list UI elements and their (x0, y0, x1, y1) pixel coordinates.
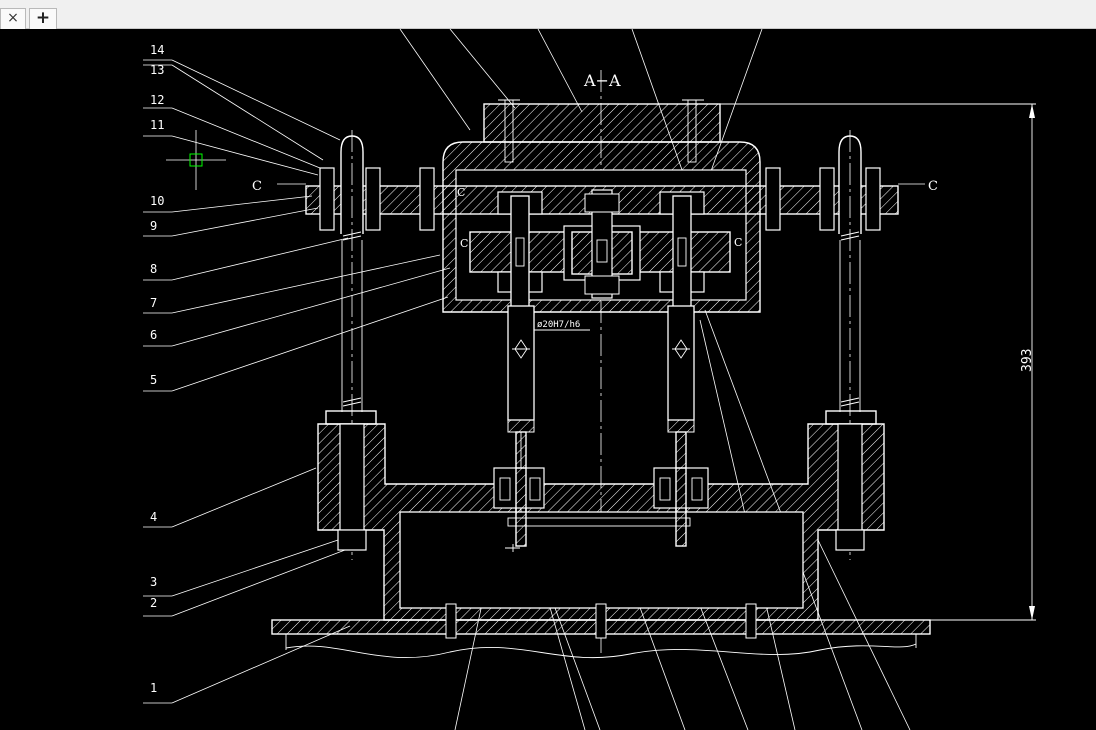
c-mark: C (460, 237, 468, 250)
new-tab-button[interactable]: + (29, 8, 57, 29)
crosshair-cursor-icon (166, 130, 226, 190)
dimension-text: 393 (1020, 349, 1035, 372)
part-label: 12 (150, 93, 164, 107)
close-tab-button[interactable]: × (0, 8, 26, 29)
part-label: 10 (150, 194, 164, 208)
part-label: 9 (150, 219, 157, 233)
part-label: 4 (150, 510, 157, 524)
part-label: 2 (150, 596, 157, 610)
c-mark: C (457, 186, 465, 199)
part-label: 6 (150, 328, 157, 342)
close-icon: × (7, 10, 19, 26)
part-label: 5 (150, 373, 157, 387)
c-mark: C (734, 236, 742, 249)
part-label: 1 (150, 681, 157, 695)
cut-label-left: C (252, 179, 262, 194)
tab-bar: × + (0, 0, 1096, 29)
part-label: 14 (150, 43, 164, 57)
part-label: 3 (150, 575, 157, 589)
fit-annotation: ø20H7/h6 (537, 320, 580, 330)
part-label: 7 (150, 296, 157, 310)
part-label: 11 (150, 118, 164, 132)
plus-icon: + (35, 8, 51, 28)
part-label: 8 (150, 262, 157, 276)
section-title: A−A (583, 71, 621, 90)
cut-label-right: C (928, 179, 938, 194)
drawing-canvas[interactable]: 14 13 12 11 10 9 8 7 6 5 4 3 2 1 A−A C C… (0, 29, 1096, 730)
